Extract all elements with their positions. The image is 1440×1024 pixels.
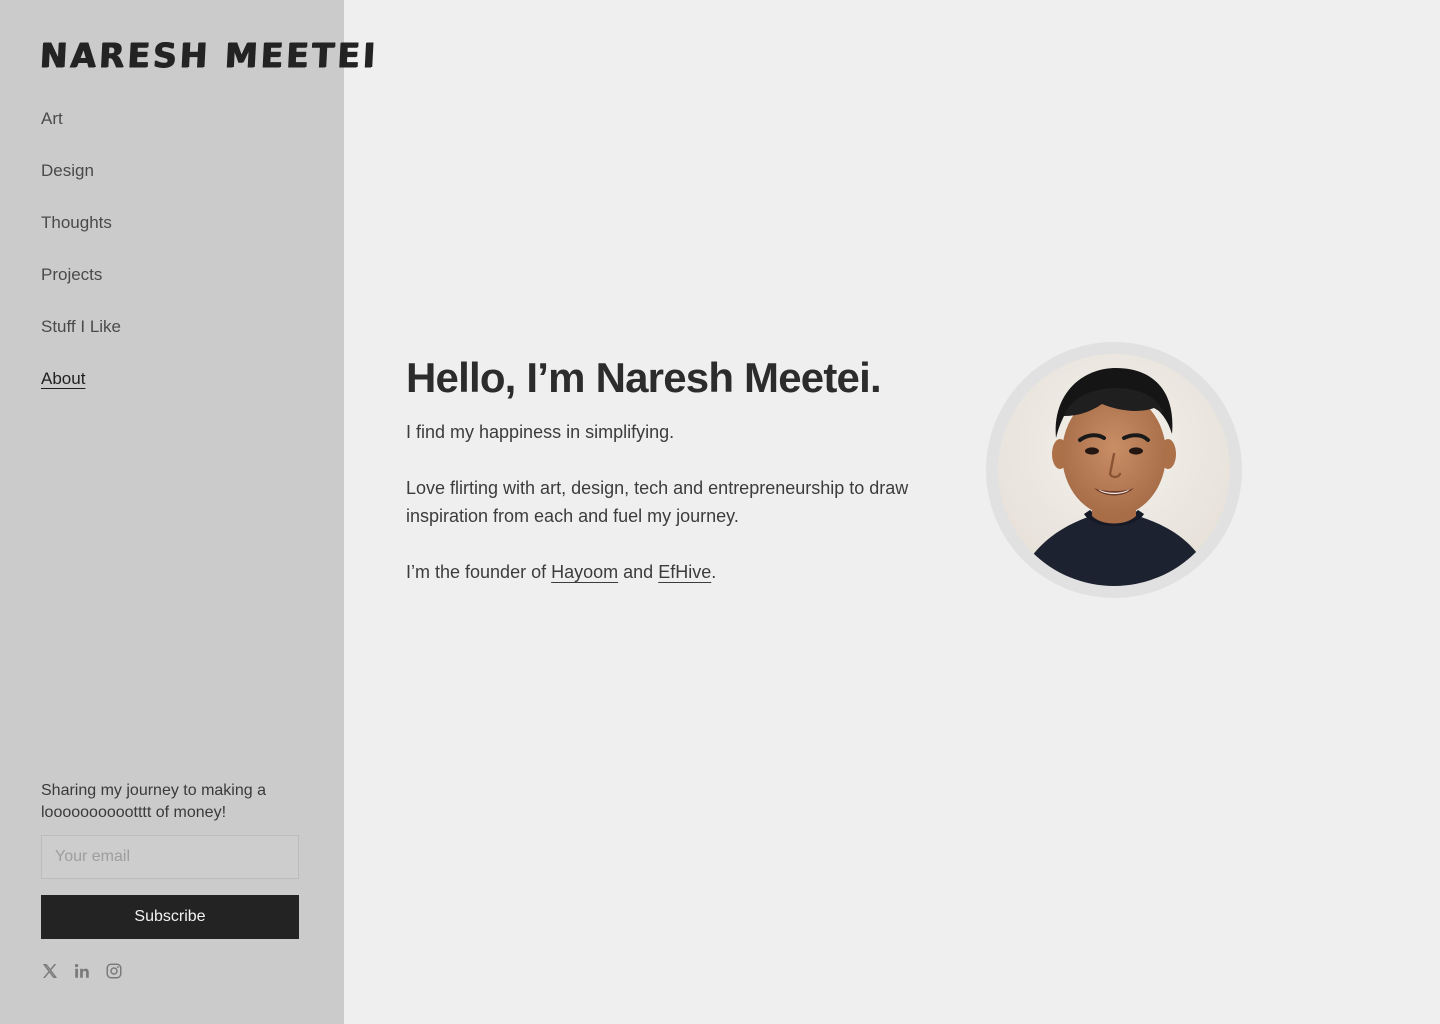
nav-link-art[interactable]: Art xyxy=(41,109,63,128)
avatar-frame xyxy=(986,342,1242,598)
about-intro: Hello, I’m Naresh Meetei. I find my happ… xyxy=(406,352,946,586)
x-icon[interactable] xyxy=(41,962,59,980)
nav-item: Stuff I Like xyxy=(41,314,121,366)
site-logo[interactable]: NARESH MEETEI xyxy=(39,36,379,77)
main-content: Hello, I’m Naresh Meetei. I find my happ… xyxy=(344,0,1440,1024)
hayoom-link[interactable]: Hayoom xyxy=(551,562,618,582)
period-text: . xyxy=(711,562,717,582)
nav-item: About xyxy=(41,366,121,418)
nav-item: Art xyxy=(41,106,121,158)
intro-paragraph: I find my happiness in simplifying. xyxy=(406,422,675,442)
social-links xyxy=(41,960,299,982)
body-paragraph: Love flirting with art, design, tech and… xyxy=(406,478,909,526)
sidebar: NARESH MEETEI Art Design Thoughts Projec… xyxy=(0,0,379,1024)
nav-item: Projects xyxy=(41,262,121,314)
founder-prefix: I’m the founder of xyxy=(406,562,547,582)
avatar xyxy=(998,354,1230,586)
and-text: and xyxy=(623,562,654,582)
newsletter-block: Sharing my journey to making a loooooooo… xyxy=(41,780,299,982)
email-input[interactable] xyxy=(41,835,299,879)
efhive-link[interactable]: EfHive xyxy=(658,562,711,582)
nav-link-stuff-i-like[interactable]: Stuff I Like xyxy=(41,317,121,336)
main-nav: Art Design Thoughts Projects Stuff I Lik… xyxy=(41,106,121,418)
instagram-icon[interactable] xyxy=(105,962,123,980)
nav-item: Design xyxy=(41,158,121,210)
nav-item: Thoughts xyxy=(41,210,121,262)
page-title: Hello, I’m Naresh Meetei. xyxy=(406,354,882,401)
linkedin-icon[interactable] xyxy=(73,962,91,980)
nav-link-projects[interactable]: Projects xyxy=(41,265,102,284)
subscribe-button[interactable]: Subscribe xyxy=(41,895,299,939)
nav-link-design[interactable]: Design xyxy=(41,161,94,180)
nav-link-about[interactable]: About xyxy=(41,369,85,388)
nav-link-thoughts[interactable]: Thoughts xyxy=(41,213,112,232)
site-logo-text[interactable]: NARESH MEETEI xyxy=(39,36,379,77)
founder-paragraph: I’m the founder of Hayoom and EfHive. xyxy=(406,558,946,586)
newsletter-text: Sharing my journey to making a loooooooo… xyxy=(41,782,266,821)
